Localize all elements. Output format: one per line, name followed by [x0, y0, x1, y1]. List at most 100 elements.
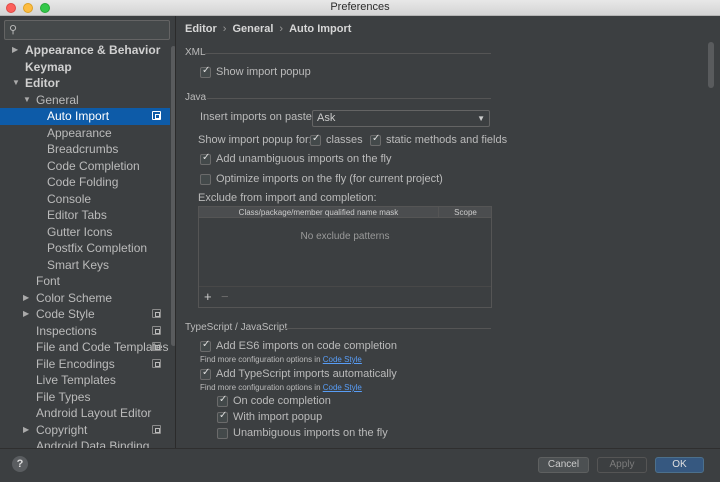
chevron-right-icon[interactable]: ▶ [12, 42, 18, 59]
sidebar-item-label: Gutter Icons [47, 224, 113, 239]
sidebar-item-code-completion[interactable]: Code Completion [0, 158, 170, 175]
checkbox-box[interactable] [200, 65, 211, 78]
sidebar-item-label: Postfix Completion [47, 241, 148, 255]
chevron-right-icon[interactable]: ▶ [23, 422, 29, 439]
sidebar-item-label: Appearance & Behavior [25, 43, 161, 57]
table-toolbar: + − [199, 286, 491, 308]
add-unambiguous-checkbox[interactable]: Add unambiguous imports on the fly [200, 152, 392, 165]
cancel-button[interactable]: Cancel [538, 457, 589, 473]
checkbox-box[interactable] [370, 133, 381, 146]
on-code-completion-checkbox[interactable]: On code completion [217, 394, 331, 407]
code-style-link[interactable]: Code Style [323, 383, 362, 392]
sidebar-item-smart-keys[interactable]: Smart Keys [0, 257, 170, 274]
chevron-down-icon[interactable]: ▼ [12, 75, 20, 92]
section-xml: XML [185, 47, 206, 58]
sidebar-item-label: Code Completion [47, 158, 140, 173]
content-scrollbar[interactable] [708, 42, 714, 88]
sidebar-item-android-data-binding[interactable]: Android Data Binding [0, 438, 170, 448]
add-icon[interactable]: + [204, 289, 212, 304]
table-header: Class/package/member qualified name mask… [199, 207, 491, 218]
window-title: Preferences [330, 1, 390, 13]
sidebar-item-console[interactable]: Console [0, 191, 170, 208]
sidebar-item-label: Code Style [36, 307, 95, 321]
hint-text: Find more configuration options in [200, 355, 323, 364]
search-icon: ⚲ [9, 24, 18, 36]
sidebar-item-label: Android Data Binding [36, 439, 150, 448]
sidebar-item-breadcrumbs[interactable]: Breadcrumbs [0, 141, 170, 158]
insert-on-paste-select[interactable]: Ask ▼ [312, 110, 490, 127]
exclude-table[interactable]: Class/package/member qualified name mask… [198, 206, 492, 308]
sidebar-item-label: Live Templates [36, 373, 116, 387]
chevron-right-icon[interactable]: ▶ [23, 306, 29, 323]
sidebar-item-gutter-icons[interactable]: Gutter Icons [0, 224, 170, 241]
sidebar-item-code-folding[interactable]: Code Folding [0, 174, 170, 191]
checkbox-label: Add TypeScript imports automatically [216, 368, 397, 380]
checkbox-label: static methods and fields [386, 134, 508, 146]
ts-auto-imports-checkbox[interactable]: Add TypeScript imports automatically [200, 367, 397, 380]
sidebar-item-editor-tabs[interactable]: Editor Tabs [0, 207, 170, 224]
checkbox-label: Show import popup [216, 66, 311, 78]
sidebar-item-android-layout-editor[interactable]: Android Layout Editor [0, 405, 170, 422]
code-style-link[interactable]: Code Style [323, 355, 362, 364]
sidebar-item-copyright[interactable]: ▶ Copyright [0, 422, 170, 439]
section-java: Java [185, 92, 207, 103]
sidebar-item-general[interactable]: ▼ General [0, 92, 170, 109]
sidebar-item-appearance-behavior[interactable]: ▶ Appearance & Behavior [0, 42, 170, 59]
show-popup-for-label: Show import popup for: [198, 134, 312, 146]
classes-checkbox[interactable]: classes [310, 133, 363, 146]
title-bar: Preferences [0, 0, 720, 16]
help-icon[interactable]: ? [12, 456, 28, 472]
sidebar-item-inspections[interactable]: Inspections [0, 323, 170, 340]
with-import-popup-checkbox[interactable]: With import popup [217, 410, 322, 423]
optimize-imports-checkbox[interactable]: Optimize imports on the fly (for current… [200, 173, 443, 185]
checkbox-box[interactable] [217, 410, 228, 423]
sidebar-item-file-and-code-templates[interactable]: File and Code Templates [0, 339, 170, 356]
remove-icon[interactable]: − [221, 289, 229, 304]
sidebar-item-code-style[interactable]: ▶ Code Style [0, 306, 170, 323]
apply-button[interactable]: Apply [597, 457, 647, 473]
checkbox-box[interactable] [200, 339, 211, 352]
checkbox-box[interactable] [217, 394, 228, 407]
sidebar-item-label: Appearance [47, 125, 112, 140]
sidebar-item-font[interactable]: Font [0, 273, 170, 290]
checkbox-label: Add unambiguous imports on the fly [216, 153, 392, 165]
checkbox-label: Unambiguous imports on the fly [233, 427, 388, 439]
divider [283, 328, 491, 329]
sidebar-item-color-scheme[interactable]: ▶ Color Scheme [0, 290, 170, 307]
column-header-mask[interactable]: Class/package/member qualified name mask [199, 207, 439, 218]
divider [205, 53, 491, 54]
checkbox-box[interactable] [200, 152, 211, 165]
sidebar-item-label: Editor [25, 76, 60, 90]
checkbox-box[interactable] [200, 173, 211, 185]
ok-button[interactable]: OK [655, 457, 704, 473]
sidebar-item-label: Color Scheme [36, 290, 113, 305]
column-header-scope[interactable]: Scope [440, 207, 491, 218]
sidebar-scrollbar[interactable] [171, 46, 175, 346]
sidebar-item-auto-import[interactable]: Auto Import [0, 108, 170, 125]
sidebar-item-label: Android Layout Editor [36, 406, 152, 420]
sidebar-item-postfix-completion[interactable]: Postfix Completion [0, 240, 170, 257]
static-methods-checkbox[interactable]: static methods and fields [370, 133, 508, 146]
checkbox-box[interactable] [310, 133, 321, 146]
sidebar-item-appearance[interactable]: Appearance [0, 125, 170, 142]
checkbox-box[interactable] [217, 427, 228, 439]
es6-imports-checkbox[interactable]: Add ES6 imports on code completion [200, 339, 397, 352]
checkbox-label: classes [326, 134, 363, 146]
sidebar-item-file-encodings[interactable]: File Encodings [0, 356, 170, 373]
sidebar-item-live-templates[interactable]: Live Templates [0, 372, 170, 389]
settings-search-input[interactable]: ⚲ [4, 20, 170, 40]
settings-content: Editor › General › Auto Import XML Show impo… [177, 16, 720, 448]
sidebar-item-editor[interactable]: ▼ Editor [0, 75, 170, 92]
breadcrumb: Editor › General › Auto Import [185, 23, 351, 35]
exclude-label: Exclude from import and completion: [198, 192, 377, 204]
sidebar-item-label: Breadcrumbs [47, 142, 119, 156]
checkbox-box[interactable] [200, 367, 211, 380]
chevron-right-icon[interactable]: ▶ [23, 290, 29, 307]
show-import-popup-checkbox[interactable]: Show import popup [200, 65, 311, 78]
chevron-down-icon[interactable]: ▼ [23, 92, 31, 109]
divider [207, 98, 491, 99]
sidebar-item-keymap[interactable]: Keymap [0, 59, 170, 76]
project-scope-icon [152, 309, 161, 318]
sidebar-item-file-types[interactable]: File Types [0, 389, 170, 406]
unambiguous-on-the-fly-checkbox[interactable]: Unambiguous imports on the fly [217, 427, 388, 439]
